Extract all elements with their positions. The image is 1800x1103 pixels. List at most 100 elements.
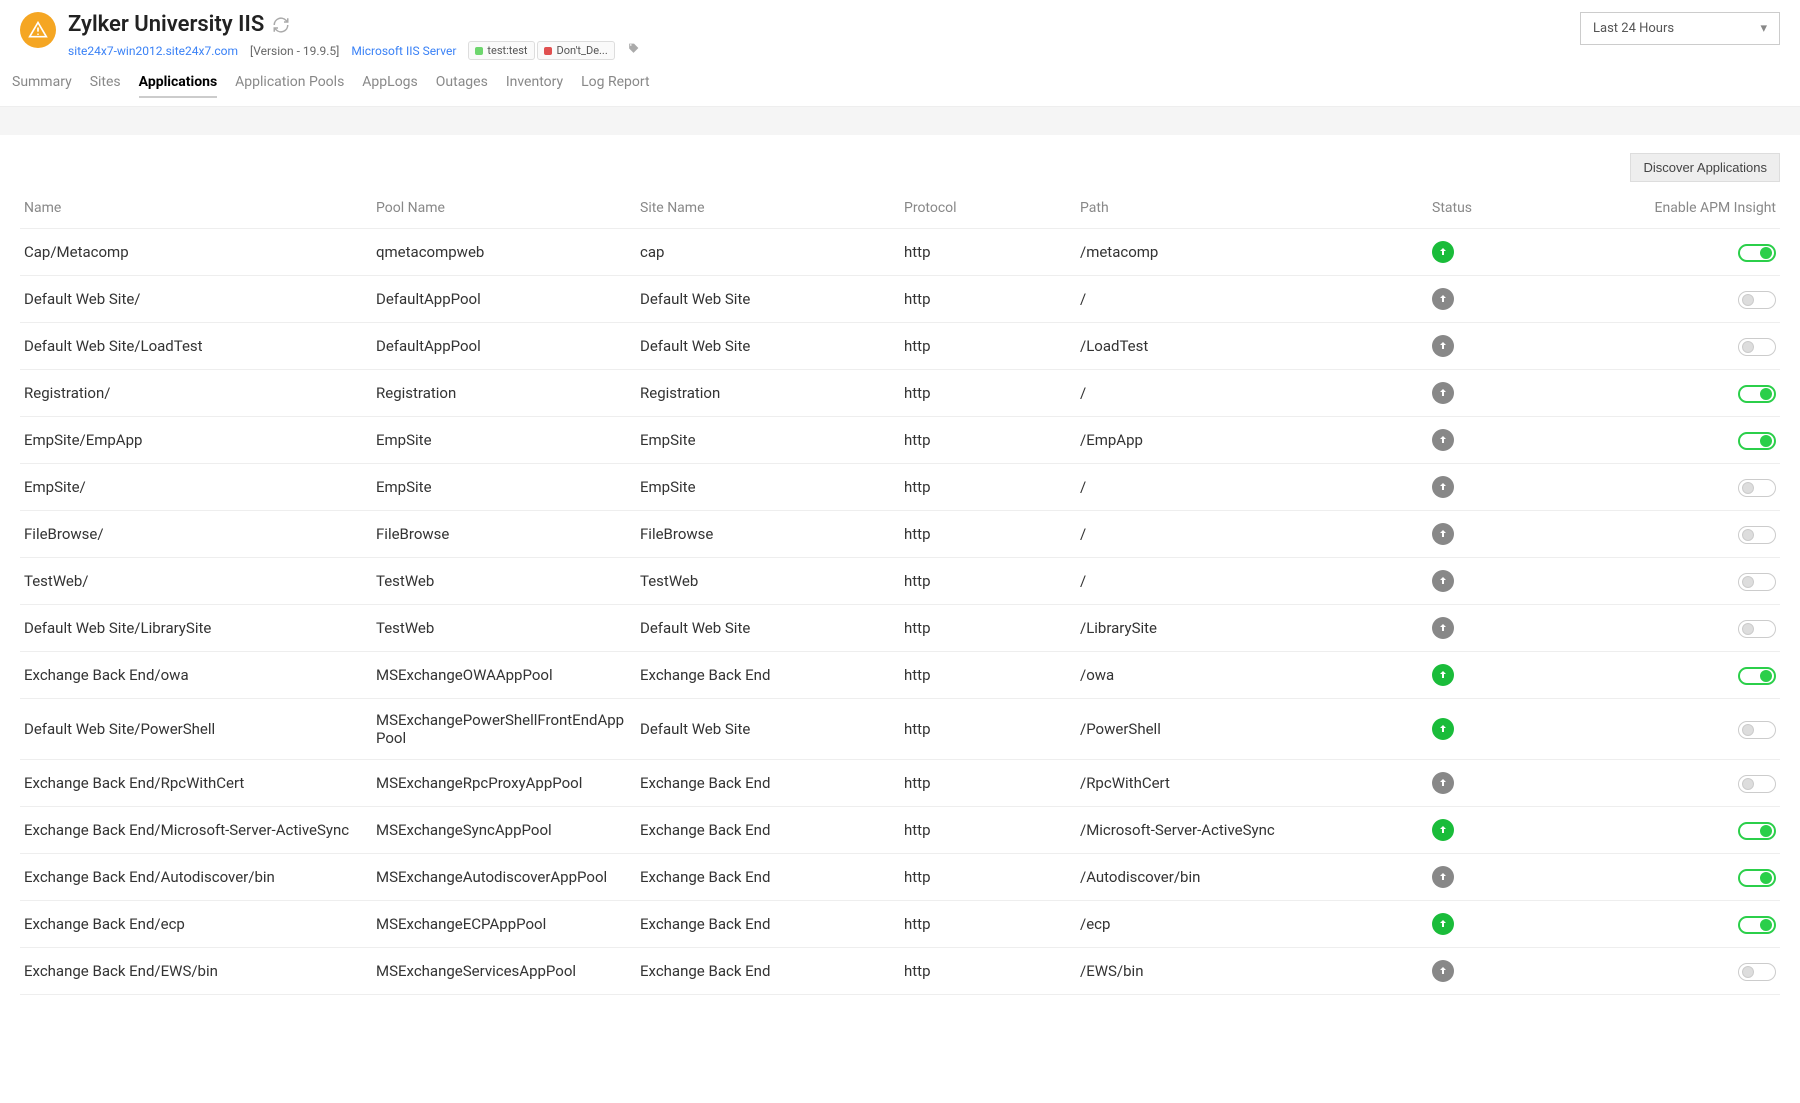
- cell-proto: http: [900, 511, 1076, 558]
- cell-apm-toggle: [1604, 276, 1780, 323]
- table-row: FileBrowse/FileBrowseFileBrowsehttp/: [20, 511, 1780, 558]
- apm-toggle[interactable]: [1738, 822, 1776, 840]
- col-proto[interactable]: Protocol: [900, 190, 1076, 229]
- tab-sites[interactable]: Sites: [90, 74, 121, 98]
- status-up-icon: [1432, 718, 1454, 740]
- content-toolbar: Discover Applications: [20, 135, 1780, 190]
- apm-toggle[interactable]: [1738, 291, 1776, 309]
- apm-toggle[interactable]: [1738, 338, 1776, 356]
- cell-name: Default Web Site/LibrarySite: [20, 605, 372, 652]
- apm-toggle[interactable]: [1738, 667, 1776, 685]
- cell-path: /Autodiscover/bin: [1076, 854, 1428, 901]
- cell-name: FileBrowse/: [20, 511, 372, 558]
- cell-path: /: [1076, 464, 1428, 511]
- cell-proto: http: [900, 370, 1076, 417]
- cell-pool: EmpSite: [372, 464, 636, 511]
- col-name[interactable]: Name: [20, 190, 372, 229]
- cell-site: Default Web Site: [636, 605, 900, 652]
- refresh-icon[interactable]: [272, 16, 290, 34]
- apm-toggle[interactable]: [1738, 869, 1776, 887]
- tab-outages[interactable]: Outages: [436, 74, 488, 98]
- host-link[interactable]: site24x7-win2012.site24x7.com: [68, 44, 238, 58]
- cell-status: [1428, 417, 1604, 464]
- cell-status: [1428, 276, 1604, 323]
- cell-path: /Microsoft-Server-ActiveSync: [1076, 807, 1428, 854]
- cell-name: Exchange Back End/Autodiscover/bin: [20, 854, 372, 901]
- tab-application-pools[interactable]: Application Pools: [235, 74, 344, 98]
- cell-site: Exchange Back End: [636, 807, 900, 854]
- tag-color-dot: [544, 47, 552, 55]
- status-idle-icon: [1432, 772, 1454, 794]
- toggle-knob: [1760, 388, 1772, 400]
- apm-toggle[interactable]: [1738, 244, 1776, 262]
- table-row: Exchange Back End/Autodiscover/binMSExch…: [20, 854, 1780, 901]
- apm-toggle[interactable]: [1738, 916, 1776, 934]
- status-up-icon: [1432, 913, 1454, 935]
- cell-apm-toggle: [1604, 558, 1780, 605]
- cell-site: cap: [636, 229, 900, 276]
- cell-pool: FileBrowse: [372, 511, 636, 558]
- tab-applications[interactable]: Applications: [139, 74, 218, 98]
- cell-apm-toggle: [1604, 854, 1780, 901]
- tab-bar: Summary Sites Applications Application Pool…: [0, 60, 1800, 107]
- cell-status: [1428, 229, 1604, 276]
- cell-site: EmpSite: [636, 417, 900, 464]
- tab-inventory[interactable]: Inventory: [506, 74, 563, 98]
- table-row: Exchange Back End/ecpMSExchangeECPAppPoo…: [20, 901, 1780, 948]
- cell-apm-toggle: [1604, 605, 1780, 652]
- cell-proto: http: [900, 948, 1076, 995]
- cell-name: TestWeb/: [20, 558, 372, 605]
- tab-summary[interactable]: Summary: [12, 74, 72, 98]
- status-up-icon: [1432, 664, 1454, 686]
- cell-site: Registration: [636, 370, 900, 417]
- time-range-select[interactable]: Last 24 Hours ▾: [1580, 12, 1780, 45]
- cell-site: FileBrowse: [636, 511, 900, 558]
- cell-pool: EmpSite: [372, 417, 636, 464]
- cell-proto: http: [900, 229, 1076, 276]
- header-subrow: site24x7-win2012.site24x7.com [Version -…: [68, 41, 640, 60]
- cell-pool: TestWeb: [372, 558, 636, 605]
- table-row: Cap/Metacompqmetacompwebcaphttp/metacomp: [20, 229, 1780, 276]
- apm-toggle[interactable]: [1738, 963, 1776, 981]
- cell-proto: http: [900, 854, 1076, 901]
- cell-path: /PowerShell: [1076, 699, 1428, 760]
- col-pool[interactable]: Pool Name: [372, 190, 636, 229]
- cell-path: /metacomp: [1076, 229, 1428, 276]
- col-site[interactable]: Site Name: [636, 190, 900, 229]
- tab-applogs[interactable]: AppLogs: [362, 74, 417, 98]
- cell-path: /LibrarySite: [1076, 605, 1428, 652]
- table-row: Exchange Back End/owaMSExchangeOWAAppPoo…: [20, 652, 1780, 699]
- cell-proto: http: [900, 807, 1076, 854]
- tag-icon[interactable]: [627, 42, 640, 59]
- apm-toggle[interactable]: [1738, 721, 1776, 739]
- col-status[interactable]: Status: [1428, 190, 1604, 229]
- apm-toggle[interactable]: [1738, 573, 1776, 591]
- cell-proto: http: [900, 464, 1076, 511]
- apm-toggle[interactable]: [1738, 479, 1776, 497]
- apm-toggle[interactable]: [1738, 526, 1776, 544]
- apm-toggle[interactable]: [1738, 775, 1776, 793]
- cell-status: [1428, 652, 1604, 699]
- cell-name: Cap/Metacomp: [20, 229, 372, 276]
- status-idle-icon: [1432, 866, 1454, 888]
- server-type-link[interactable]: Microsoft IIS Server: [351, 44, 456, 58]
- cell-path: /EmpApp: [1076, 417, 1428, 464]
- cell-status: [1428, 464, 1604, 511]
- header-tag[interactable]: Don't_De...: [537, 41, 614, 60]
- cell-path: /EWS/bin: [1076, 948, 1428, 995]
- apm-toggle[interactable]: [1738, 385, 1776, 403]
- discover-applications-button[interactable]: Discover Applications: [1630, 153, 1780, 182]
- cell-apm-toggle: [1604, 370, 1780, 417]
- toggle-knob: [1742, 341, 1754, 353]
- col-toggle[interactable]: Enable APM Insight: [1604, 190, 1780, 229]
- col-path[interactable]: Path: [1076, 190, 1428, 229]
- apm-toggle[interactable]: [1738, 432, 1776, 450]
- toggle-knob: [1742, 529, 1754, 541]
- table-row: EmpSite/EmpSiteEmpSitehttp/: [20, 464, 1780, 511]
- header-tag[interactable]: test:test: [468, 41, 534, 60]
- apm-toggle[interactable]: [1738, 620, 1776, 638]
- cell-proto: http: [900, 558, 1076, 605]
- cell-pool: MSExchangeSyncAppPool: [372, 807, 636, 854]
- cell-status: [1428, 558, 1604, 605]
- tab-log-report[interactable]: Log Report: [581, 74, 649, 98]
